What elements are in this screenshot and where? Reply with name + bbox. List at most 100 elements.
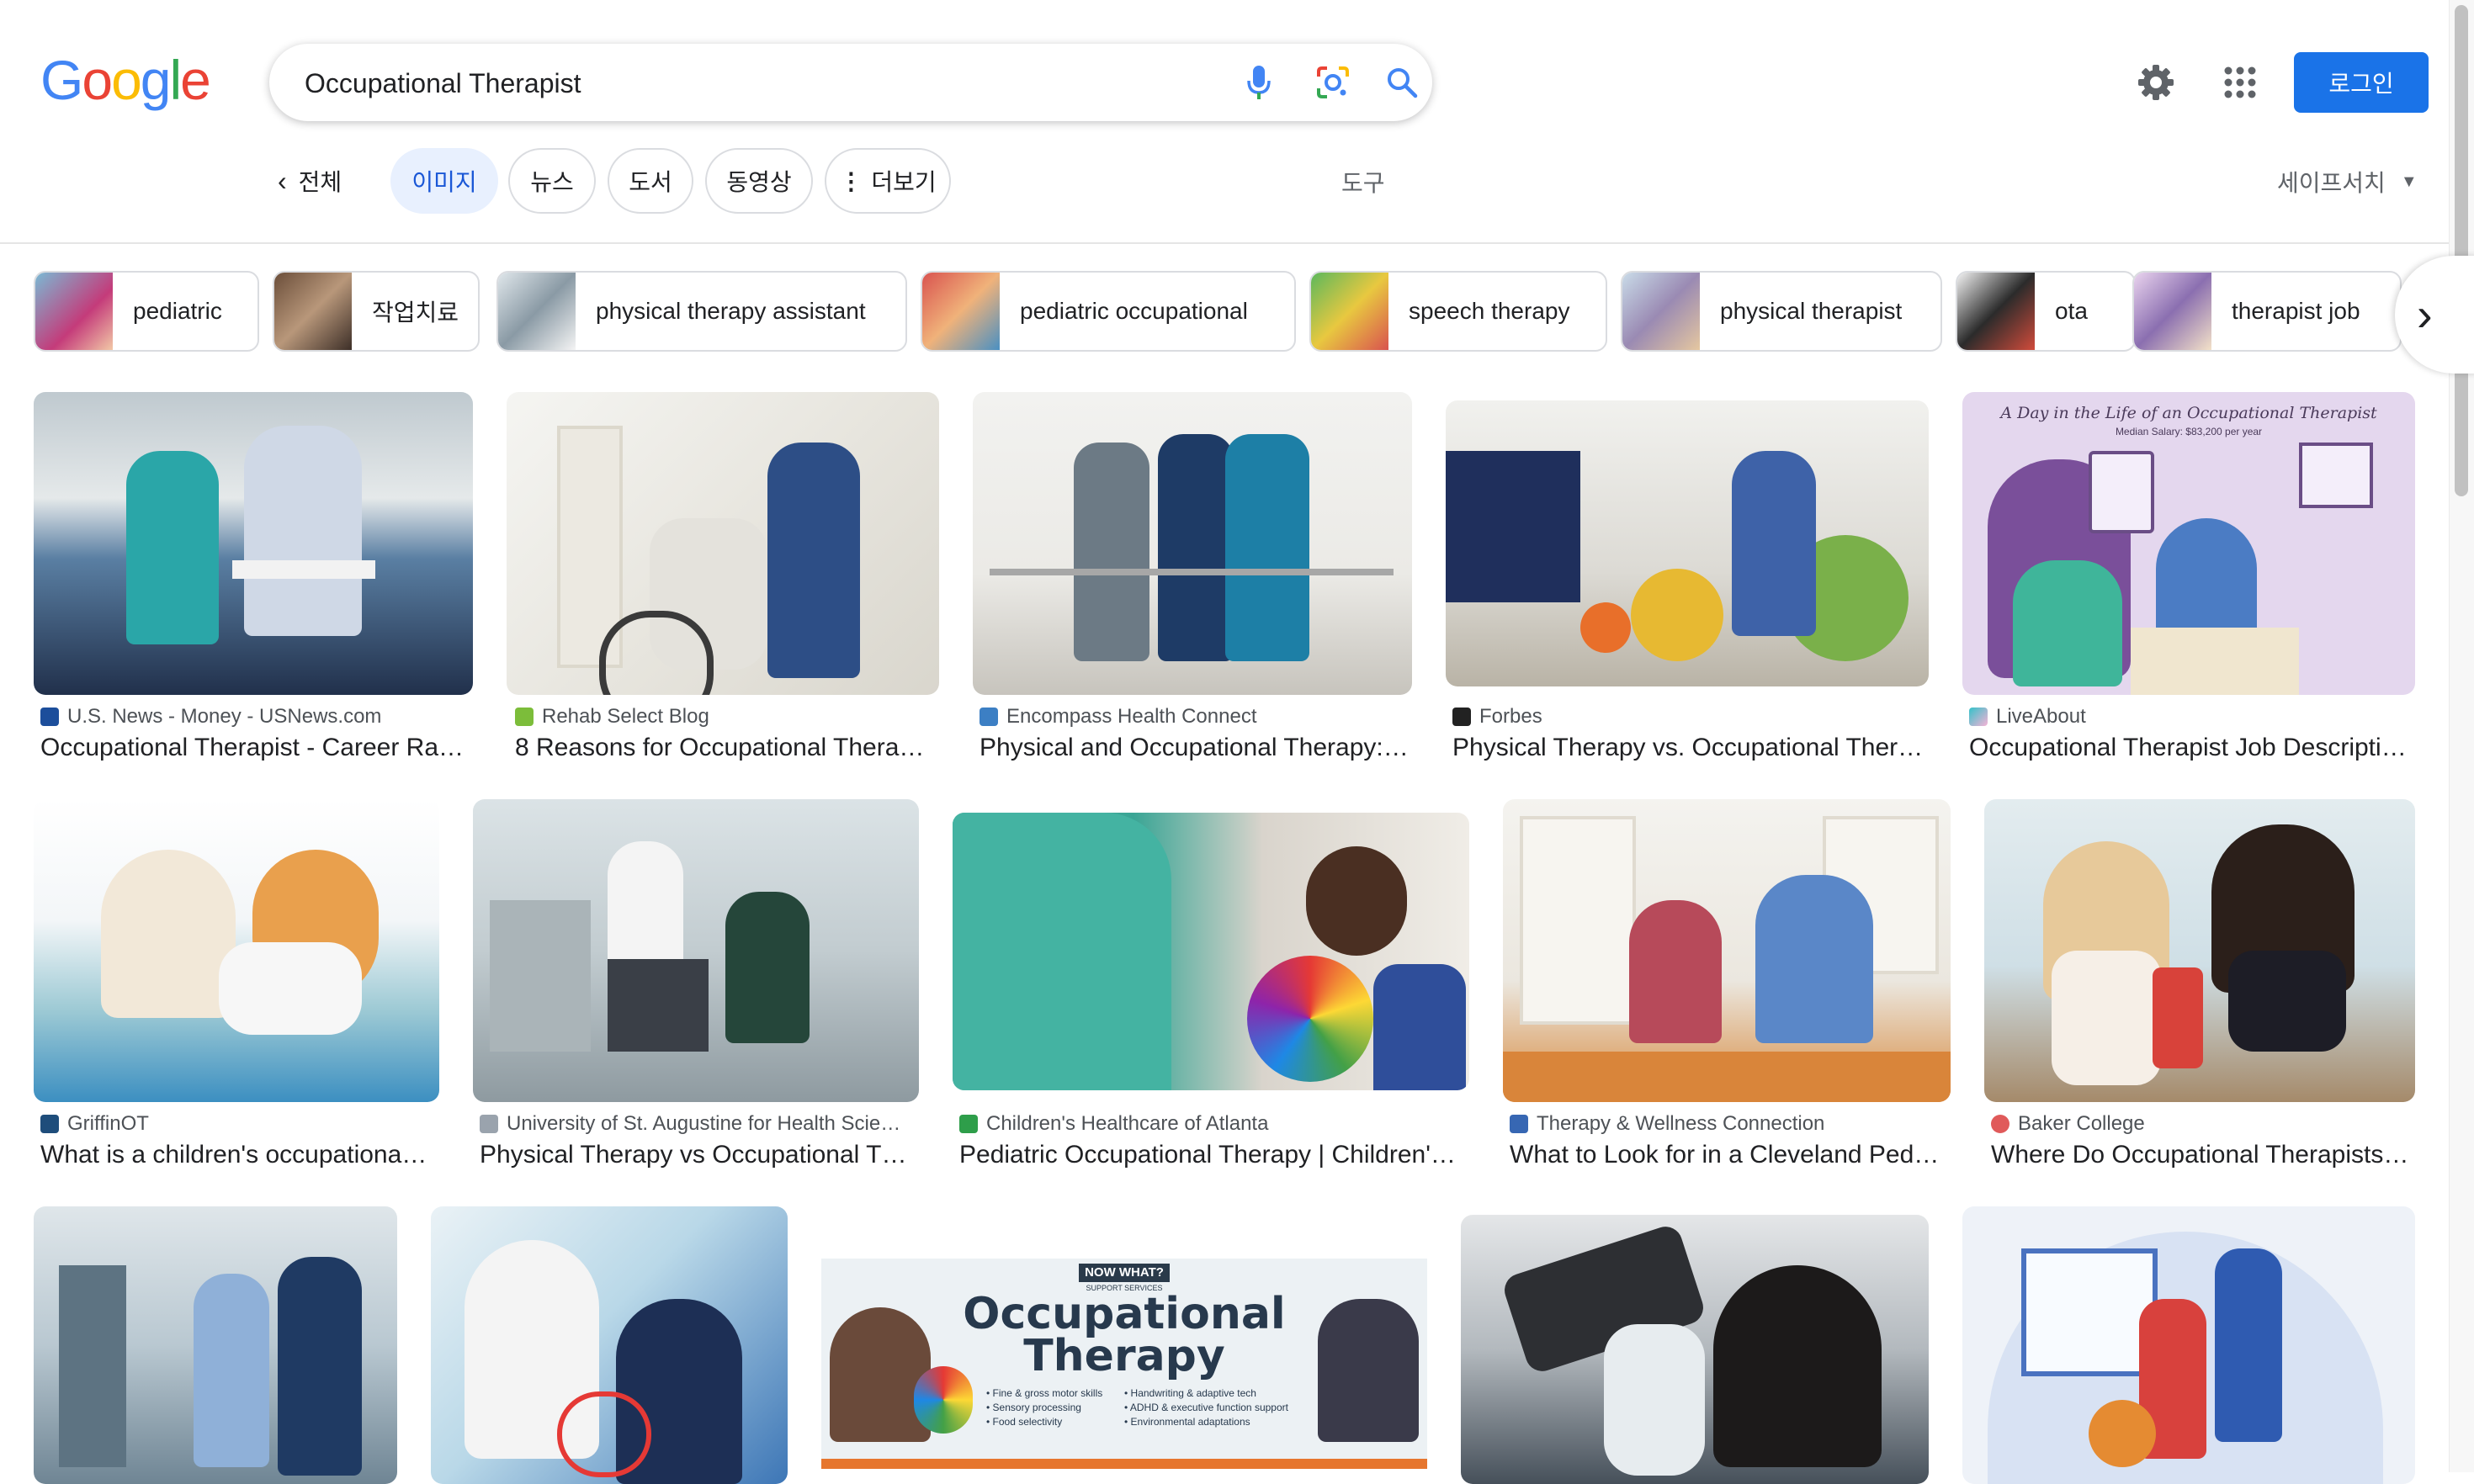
result-image[interactable] — [953, 813, 1469, 1090]
result-source: Forbes — [1452, 705, 1924, 729]
safesearch-menu[interactable]: 세이프서치 ▼ — [2277, 165, 2418, 199]
banner-bullet: • Sensory processing — [986, 1402, 1081, 1413]
result-image[interactable] — [973, 392, 1412, 695]
tab-news[interactable]: 뉴스 — [508, 148, 596, 214]
google-logo[interactable]: Google — [40, 52, 211, 108]
result-title[interactable]: Physical Therapy vs. Occupational Therap… — [1452, 734, 1924, 762]
banner-bullet: • Fine & gross motor skills — [986, 1387, 1103, 1399]
mic-icon[interactable] — [1237, 61, 1281, 104]
tab-all-back[interactable]: ‹ 전체 — [278, 148, 342, 214]
chip-label: pediatric — [133, 298, 222, 324]
result-title[interactable]: Pediatric Occupational Therapy | Childre… — [959, 1141, 1459, 1169]
chip-label: 작업치료 — [372, 299, 459, 326]
chip-thumbnail — [1622, 273, 1700, 350]
infographic-heading: A Day in the Life of an Occupational The… — [2000, 404, 2377, 422]
banner-bullet-label: Sensory processing — [992, 1402, 1081, 1413]
result-title[interactable]: Where Do Occupational Therapists W… — [1991, 1141, 2412, 1169]
rehab-select-favicon-icon — [515, 708, 534, 726]
result-image[interactable] — [34, 799, 439, 1102]
safesearch-label: 세이프서치 — [2277, 170, 2386, 196]
result-source-label: Encompass Health Connect — [1006, 705, 1257, 728]
infographic-salary: Median Salary: $83,200 per year — [2115, 426, 2263, 437]
result-title[interactable]: 8 Reasons for Occupational Therapy … — [515, 734, 936, 762]
chip-thumbnail — [1957, 273, 2035, 350]
result-image[interactable] — [1446, 400, 1929, 686]
result-source: Baker College — [1991, 1112, 2412, 1136]
result-image[interactable] — [431, 1206, 788, 1484]
banner-bullet-label: Food selectivity — [992, 1416, 1063, 1428]
result-title[interactable]: What is a children's occupational t… — [40, 1141, 427, 1169]
chip-thumbnail — [498, 273, 576, 350]
result-title[interactable]: Occupational Therapist - Career Ranki… — [40, 734, 470, 762]
search-box — [269, 44, 1432, 121]
tab-images[interactable]: 이미지 — [390, 148, 498, 214]
gear-icon[interactable] — [2132, 59, 2179, 106]
result-image[interactable]: NOW WHAT? SUPPORT SERVICES Occupational … — [821, 1206, 1427, 1484]
result-title[interactable]: Physical and Occupational Therapy: … — [980, 734, 1409, 762]
tab-books-label: 도서 — [629, 169, 672, 195]
lens-icon[interactable] — [1311, 61, 1355, 104]
search-icon[interactable] — [1380, 61, 1424, 104]
apps-grid-icon[interactable] — [2217, 59, 2264, 106]
tab-more[interactable]: ⋮ 더보기 — [825, 148, 951, 214]
baker-college-favicon-icon — [1991, 1115, 2009, 1133]
result-source-label: Forbes — [1479, 705, 1542, 728]
chip-physical-therapist[interactable]: physical therapist — [1621, 271, 1942, 352]
result-image[interactable] — [507, 392, 939, 695]
result-source-label: U.S. News - Money - USNews.com — [67, 705, 382, 728]
banner-bullet: • Environmental adaptations — [1124, 1416, 1250, 1428]
tools-button[interactable]: 도구 — [1341, 165, 1385, 199]
tab-books[interactable]: 도서 — [608, 148, 693, 214]
liveabout-favicon-icon — [1969, 708, 1988, 726]
twc-favicon-icon — [1510, 1115, 1528, 1133]
result-image[interactable]: A Day in the Life of an Occupational The… — [1962, 392, 2415, 695]
login-button[interactable]: 로그인 — [2294, 52, 2429, 113]
result-source-label: Therapy & Wellness Connection — [1537, 1112, 1825, 1135]
chip-thumbnail — [274, 273, 352, 350]
banner-bullet-label: Handwriting & adaptive tech — [1130, 1387, 1256, 1399]
forbes-favicon-icon — [1452, 708, 1471, 726]
chevron-left-icon: ‹ — [278, 165, 287, 196]
usa-health-favicon-icon — [480, 1115, 498, 1133]
chip-label: therapist job — [2232, 298, 2360, 324]
result-source: U.S. News - Money - USNews.com — [40, 705, 470, 729]
result-image[interactable] — [34, 1206, 397, 1484]
result-title[interactable]: Physical Therapy vs Occupational Ther… — [480, 1141, 912, 1169]
chip-ota[interactable]: ota — [1956, 271, 2136, 352]
chips-next-button[interactable]: › — [2395, 256, 2474, 374]
chip-occupational-therapy-ko[interactable]: 작업치료 — [273, 271, 480, 352]
result-image[interactable] — [1461, 1215, 1929, 1484]
chip-therapist-job[interactable]: therapist job — [2132, 271, 2402, 352]
chip-label: ota — [2055, 298, 2088, 324]
chip-thumbnail — [2134, 273, 2211, 350]
tab-videos[interactable]: 동영상 — [705, 148, 813, 214]
result-title[interactable]: What to Look for in a Cleveland Pediat… — [1510, 1141, 1942, 1169]
header-divider — [0, 242, 2449, 244]
chip-pediatric[interactable]: pediatric — [34, 271, 259, 352]
chip-label: physical therapist — [1720, 298, 1903, 324]
result-image[interactable] — [34, 392, 473, 695]
result-source: University of St. Augustine for Health S… — [480, 1112, 917, 1136]
result-source-label: Rehab Select Blog — [542, 705, 709, 728]
chip-pediatric-occupational[interactable]: pediatric occupational — [921, 271, 1296, 352]
result-source: Therapy & Wellness Connection — [1510, 1112, 1947, 1136]
caret-down-icon: ▼ — [2400, 172, 2418, 191]
banner-bullet: • Handwriting & adaptive tech — [1124, 1387, 1256, 1399]
scrollbar-thumb[interactable] — [2455, 5, 2468, 496]
search-input[interactable] — [303, 62, 1148, 104]
chip-speech-therapy[interactable]: speech therapy — [1309, 271, 1607, 352]
result-title[interactable]: Occupational Therapist Job Descriptio… — [1969, 734, 2407, 762]
result-image[interactable] — [473, 799, 919, 1102]
more-vert-icon: ⋮ — [839, 167, 863, 194]
banner-bullet-label: ADHD & executive function support — [1129, 1402, 1288, 1413]
result-image[interactable] — [1503, 799, 1951, 1102]
banner-bullet: • ADHD & executive function support — [1124, 1402, 1288, 1413]
result-image[interactable] — [1984, 799, 2415, 1102]
result-image[interactable] — [1962, 1206, 2415, 1484]
chip-physical-therapy-assistant[interactable]: physical therapy assistant — [496, 271, 907, 352]
chip-label: pediatric occupational — [1020, 298, 1248, 324]
result-source-label: LiveAbout — [1996, 705, 2086, 728]
result-source: Children's Healthcare of Atlanta — [959, 1112, 1464, 1136]
result-source-label: Children's Healthcare of Atlanta — [986, 1112, 1269, 1135]
result-source-label: GriffinOT — [67, 1112, 149, 1135]
